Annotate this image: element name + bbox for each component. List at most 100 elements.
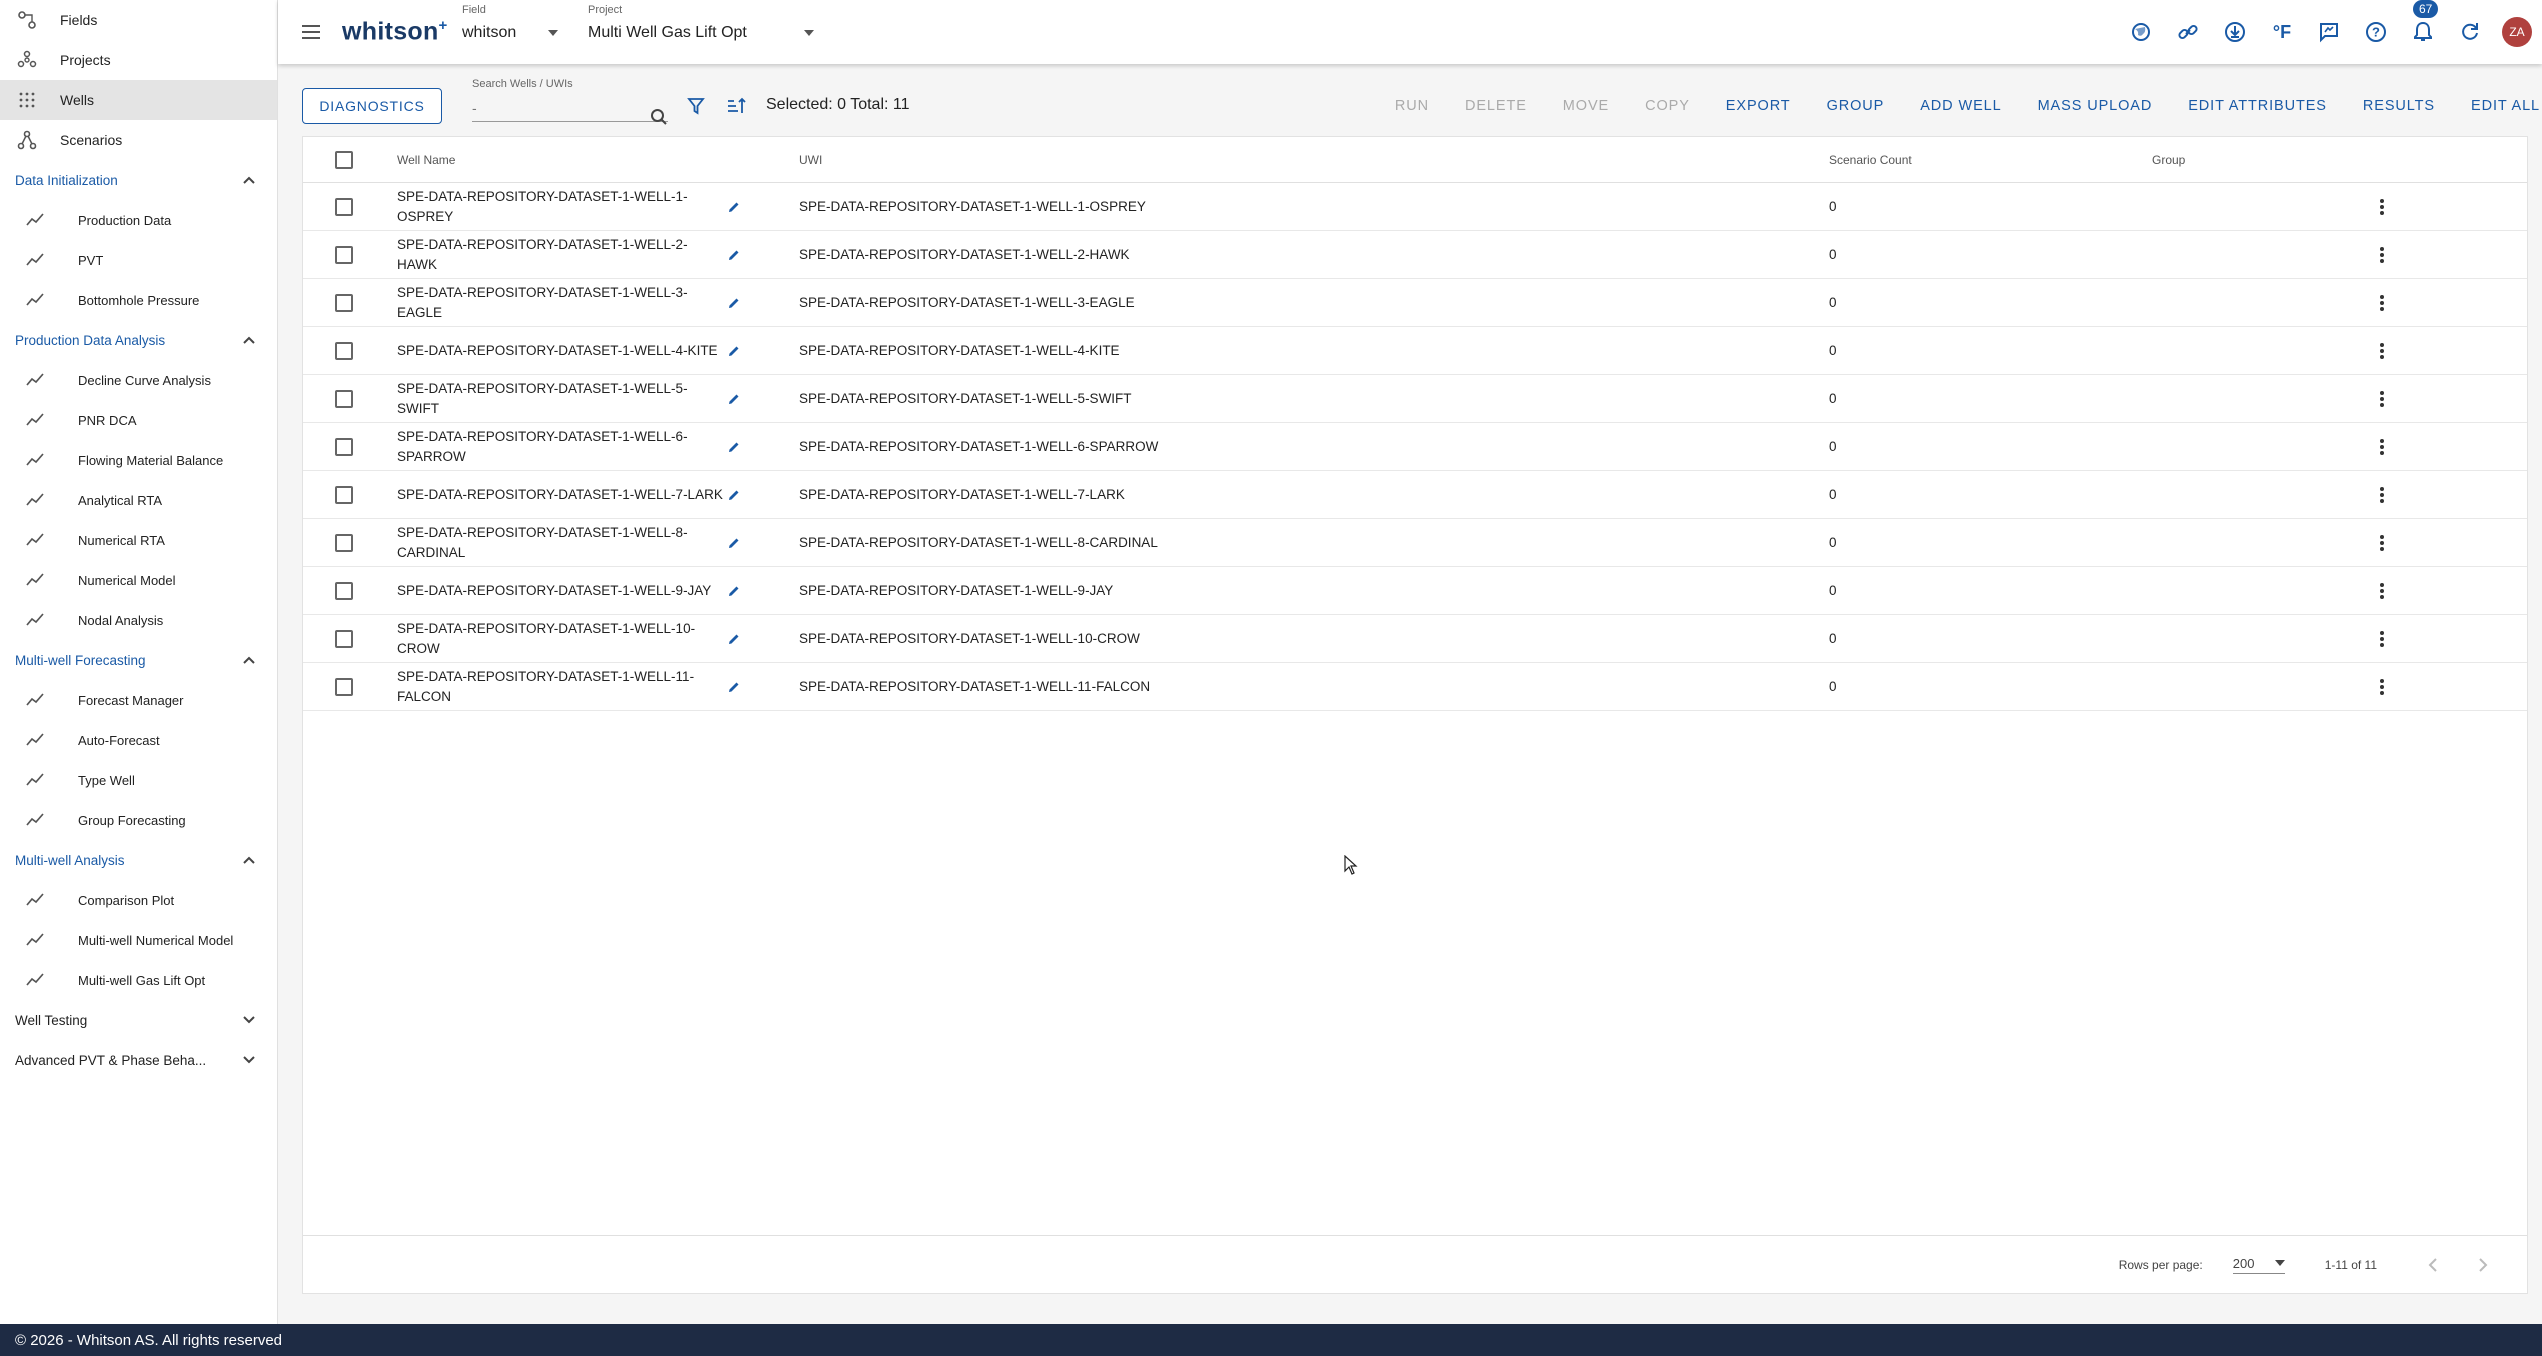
edit-icon[interactable]: [727, 536, 775, 550]
table-row[interactable]: SPE-DATA-REPOSITORY-DATASET-1-WELL-6-SPA…: [303, 423, 2527, 471]
sidebar-item-auto-forecast[interactable]: Auto-Forecast: [0, 720, 277, 760]
sidebar-section-advanced-pvt-phase-beha[interactable]: Advanced PVT & Phase Beha...: [0, 1040, 277, 1080]
sidebar-item-production-data[interactable]: Production Data: [0, 200, 277, 240]
more-options-icon[interactable]: [2352, 341, 2412, 361]
sidebar-item-analytical-rta[interactable]: Analytical RTA: [0, 480, 277, 520]
table-row[interactable]: SPE-DATA-REPOSITORY-DATASET-1-WELL-7-LAR…: [303, 471, 2527, 519]
sidebar-section-production-data-analysis[interactable]: Production Data Analysis: [0, 320, 277, 360]
column-header-group[interactable]: Group: [2152, 153, 2352, 167]
edit-icon[interactable]: [727, 632, 775, 646]
sidebar-item-wells[interactable]: Wells: [0, 80, 277, 120]
move-button[interactable]: MOVE: [1563, 92, 1609, 120]
edit-icon[interactable]: [727, 584, 775, 598]
link-icon[interactable]: [2170, 14, 2206, 50]
temperature-unit-icon[interactable]: °F: [2264, 14, 2300, 50]
column-header-well-name[interactable]: Well Name: [397, 150, 727, 170]
rows-per-page-select[interactable]: 200: [2232, 1256, 2285, 1274]
avatar[interactable]: ZA: [2502, 17, 2532, 47]
globe-icon[interactable]: [2123, 14, 2159, 50]
sidebar-item-fields[interactable]: Fields: [0, 0, 277, 40]
edit-icon[interactable]: [727, 440, 775, 454]
app-logo[interactable]: whitson+: [342, 17, 448, 46]
table-row[interactable]: SPE-DATA-REPOSITORY-DATASET-1-WELL-5-SWI…: [303, 375, 2527, 423]
more-options-icon[interactable]: [2352, 581, 2412, 601]
add-well-button[interactable]: ADD WELL: [1920, 92, 2001, 120]
sidebar-item-comparison-plot[interactable]: Comparison Plot: [0, 880, 277, 920]
edit-icon[interactable]: [727, 392, 775, 406]
row-checkbox[interactable]: [335, 629, 353, 648]
sidebar-item-group-forecasting[interactable]: Group Forecasting: [0, 800, 277, 840]
more-options-icon[interactable]: [2352, 293, 2412, 313]
row-checkbox[interactable]: [335, 437, 353, 456]
previous-page-button[interactable]: [2413, 1245, 2453, 1285]
edit-icon[interactable]: [727, 296, 775, 310]
row-checkbox[interactable]: [335, 581, 353, 600]
search-input[interactable]: [472, 94, 668, 122]
more-options-icon[interactable]: [2352, 197, 2412, 217]
field-selector[interactable]: Field whitson: [462, 4, 558, 42]
more-options-icon[interactable]: [2352, 677, 2412, 697]
diagnostics-button[interactable]: DIAGNOSTICS: [302, 88, 442, 124]
sidebar-item-nodal-analysis[interactable]: Nodal Analysis: [0, 600, 277, 640]
more-options-icon[interactable]: [2352, 437, 2412, 457]
more-options-icon[interactable]: [2352, 533, 2412, 553]
feedback-icon[interactable]: [2311, 14, 2347, 50]
sort-icon[interactable]: [722, 92, 750, 120]
row-checkbox[interactable]: [335, 341, 353, 360]
row-checkbox[interactable]: [335, 293, 353, 312]
search-icon[interactable]: [650, 108, 668, 131]
table-row[interactable]: SPE-DATA-REPOSITORY-DATASET-1-WELL-10-CR…: [303, 615, 2527, 663]
row-checkbox[interactable]: [335, 485, 353, 504]
sidebar-item-multi-well-numerical-model[interactable]: Multi-well Numerical Model: [0, 920, 277, 960]
table-row[interactable]: SPE-DATA-REPOSITORY-DATASET-1-WELL-4-KIT…: [303, 327, 2527, 375]
column-header-scenario-count[interactable]: Scenario Count: [1829, 153, 2152, 167]
table-row[interactable]: SPE-DATA-REPOSITORY-DATASET-1-WELL-3-EAG…: [303, 279, 2527, 327]
export-button[interactable]: EXPORT: [1726, 92, 1791, 120]
sidebar-section-data-initialization[interactable]: Data Initialization: [0, 160, 277, 200]
table-row[interactable]: SPE-DATA-REPOSITORY-DATASET-1-WELL-1-OSP…: [303, 183, 2527, 231]
sidebar-section-multi-well-forecasting[interactable]: Multi-well Forecasting: [0, 640, 277, 680]
sidebar-item-forecast-manager[interactable]: Forecast Manager: [0, 680, 277, 720]
sidebar-item-numerical-rta[interactable]: Numerical RTA: [0, 520, 277, 560]
run-button[interactable]: RUN: [1395, 92, 1429, 120]
edit-attributes-button[interactable]: EDIT ATTRIBUTES: [2188, 92, 2327, 120]
sidebar-item-projects[interactable]: Projects: [0, 40, 277, 80]
row-checkbox[interactable]: [335, 533, 353, 552]
results-button[interactable]: RESULTS: [2363, 92, 2435, 120]
table-row[interactable]: SPE-DATA-REPOSITORY-DATASET-1-WELL-2-HAW…: [303, 231, 2527, 279]
delete-button[interactable]: DELETE: [1465, 92, 1527, 120]
sidebar-item-scenarios[interactable]: Scenarios: [0, 120, 277, 160]
sidebar-section-well-testing[interactable]: Well Testing: [0, 1000, 277, 1040]
sidebar-item-numerical-model[interactable]: Numerical Model: [0, 560, 277, 600]
edit-icon[interactable]: [727, 680, 775, 694]
sidebar-section-multi-well-analysis[interactable]: Multi-well Analysis: [0, 840, 277, 880]
table-row[interactable]: SPE-DATA-REPOSITORY-DATASET-1-WELL-8-CAR…: [303, 519, 2527, 567]
sidebar-item-bottomhole-pressure[interactable]: Bottomhole Pressure: [0, 280, 277, 320]
next-page-button[interactable]: [2463, 1245, 2503, 1285]
sidebar-item-type-well[interactable]: Type Well: [0, 760, 277, 800]
edit-all-button[interactable]: EDIT ALL: [2471, 92, 2540, 120]
more-options-icon[interactable]: [2352, 629, 2412, 649]
copy-button[interactable]: COPY: [1645, 92, 1690, 120]
group-button[interactable]: GROUP: [1827, 92, 1885, 120]
more-options-icon[interactable]: [2352, 245, 2412, 265]
select-all-checkbox[interactable]: [335, 150, 353, 169]
refresh-icon[interactable]: [2452, 14, 2488, 50]
more-options-icon[interactable]: [2352, 485, 2412, 505]
more-options-icon[interactable]: [2352, 389, 2412, 409]
row-checkbox[interactable]: [335, 677, 353, 696]
row-checkbox[interactable]: [335, 245, 353, 264]
filter-icon[interactable]: [682, 92, 710, 120]
sidebar-item-decline-curve-analysis[interactable]: Decline Curve Analysis: [0, 360, 277, 400]
download-icon[interactable]: [2217, 14, 2253, 50]
edit-icon[interactable]: [727, 200, 775, 214]
edit-icon[interactable]: [727, 488, 775, 502]
row-checkbox[interactable]: [335, 197, 353, 216]
mass-upload-button[interactable]: MASS UPLOAD: [2038, 92, 2153, 120]
edit-icon[interactable]: [727, 344, 775, 358]
menu-icon[interactable]: [292, 12, 332, 52]
sidebar-item-multi-well-gas-lift-opt[interactable]: Multi-well Gas Lift Opt: [0, 960, 277, 1000]
column-header-uwi[interactable]: UWI: [775, 153, 1829, 167]
help-icon[interactable]: ?: [2358, 14, 2394, 50]
sidebar-item-pnr-dca[interactable]: PNR DCA: [0, 400, 277, 440]
